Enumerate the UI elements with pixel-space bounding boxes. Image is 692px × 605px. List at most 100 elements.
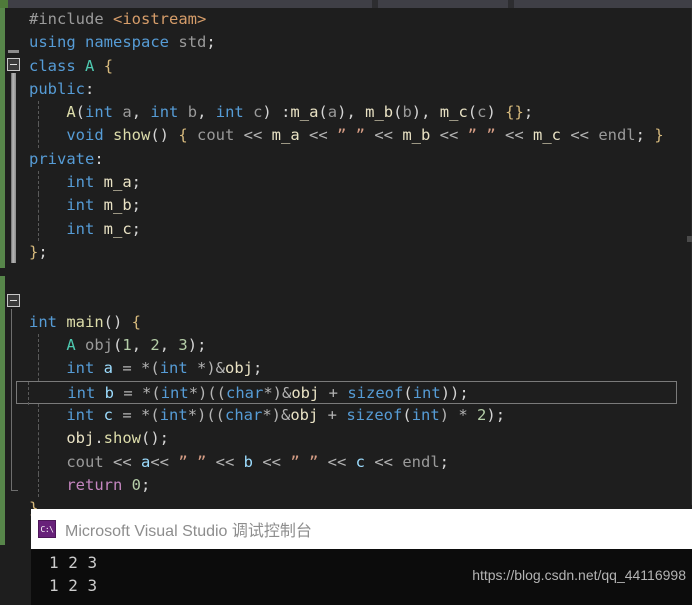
indent-guide	[38, 404, 39, 428]
debug-console-window[interactable]: C:\ Microsoft Visual Studio 调试控制台 1 2 31…	[31, 509, 692, 605]
indent-guide	[38, 124, 39, 148]
code-token: ;	[38, 242, 48, 261]
code-token: ,	[159, 336, 179, 355]
code-token: m_c	[439, 103, 468, 122]
indent-guide	[28, 381, 29, 406]
code-token: int	[66, 359, 95, 378]
code-token: <<	[206, 452, 244, 471]
code-token: ();	[141, 429, 169, 448]
collapse-toggle-class-a[interactable]	[7, 58, 20, 71]
code-line[interactable]: class A {	[27, 55, 692, 78]
code-line[interactable]: int m_b;	[27, 194, 692, 218]
code-token: *)&	[187, 359, 226, 378]
chrome-segment-right	[514, 0, 692, 8]
code-token: :	[85, 79, 95, 98]
code-token: 0	[131, 475, 142, 494]
collapse-toggle-main[interactable]	[7, 294, 20, 307]
console-title-bar[interactable]: C:\ Microsoft Visual Studio 调试控制台	[31, 509, 692, 549]
code-text-area[interactable]: #include <iostream> using namespace std; c…	[16, 8, 692, 517]
chrome-green-accent	[0, 0, 8, 8]
code-token: int	[411, 406, 440, 425]
chrome-segment-mid	[378, 0, 508, 8]
indent-guide	[38, 194, 39, 218]
code-token: using	[29, 33, 76, 52]
code-token: 1	[122, 336, 132, 355]
code-token: }	[654, 126, 664, 145]
code-token: <<	[253, 452, 291, 471]
code-line[interactable]: int m_a;	[27, 171, 692, 195]
code-token: m_c	[532, 126, 561, 145]
code-line[interactable]: A obj(1, 2, 3);	[27, 334, 692, 358]
code-token: .	[94, 429, 104, 448]
code-token: show	[113, 126, 151, 145]
code-token: <<	[365, 452, 403, 471]
code-token: m_a	[103, 173, 132, 192]
code-line[interactable]: };	[27, 241, 692, 264]
console-title-label: Microsoft Visual Studio 调试控制台	[65, 523, 312, 540]
code-line[interactable]: A(int a, int b, int c) :m_a(a), m_b(b), …	[27, 101, 692, 125]
code-token: <<	[103, 452, 141, 471]
code-line[interactable]: #include <iostream>	[27, 8, 692, 31]
code-line[interactable]: void show() { cout << m_a << ” ” << m_b …	[27, 124, 692, 148]
code-token: sizeof	[347, 383, 404, 402]
code-token: ;	[131, 173, 142, 192]
code-token: ));	[440, 383, 469, 402]
code-token: ;	[141, 475, 151, 494]
code-token: (	[113, 336, 123, 355]
code-token: A	[66, 336, 76, 355]
indent-guide	[38, 171, 39, 195]
indent-guide	[38, 427, 39, 451]
code-line[interactable]: using namespace std;	[27, 31, 692, 54]
code-line[interactable]: int b = *(int*)((char*)&obj + sizeof(int…	[16, 380, 677, 406]
code-line[interactable]: return 0;	[27, 473, 692, 498]
code-token: public	[29, 79, 85, 98]
code-line[interactable]: int c = *(int*)((char*)&obj + sizeof(int…	[27, 404, 692, 428]
code-line[interactable]: public:	[27, 78, 692, 101]
code-token: int	[29, 312, 57, 331]
code-token: int	[215, 103, 244, 122]
code-token: ()	[150, 126, 179, 145]
code-token: std	[178, 33, 207, 52]
code-token: *)&	[262, 406, 291, 425]
code-token: a	[103, 359, 114, 378]
code-token: int	[66, 219, 95, 238]
code-line[interactable]: int m_c;	[27, 217, 692, 241]
code-token: int	[66, 406, 95, 425]
code-token: b	[243, 452, 253, 471]
code-token: m_a	[290, 103, 319, 122]
code-line[interactable]	[27, 264, 692, 287]
code-token: m_a	[271, 126, 300, 145]
code-line[interactable]: private:	[27, 148, 692, 171]
code-token: int	[159, 406, 188, 425]
vertical-scrollbar-thumb[interactable]	[687, 236, 692, 242]
code-editor[interactable]: #include <iostream> using namespace std; c…	[0, 8, 692, 517]
code-token: );	[187, 336, 207, 355]
code-line[interactable]: int main() {	[27, 311, 692, 334]
change-marker-bottom	[0, 505, 5, 545]
code-token: );	[486, 406, 506, 425]
code-token: ;	[439, 452, 449, 471]
code-token: *)((	[187, 406, 226, 425]
code-token: ;	[131, 196, 142, 215]
code-line[interactable]: cout << a<< ” ” << b << ” ” << c << endl…	[27, 450, 692, 474]
code-token: main	[66, 312, 104, 331]
code-token: A	[85, 56, 95, 75]
code-line[interactable]	[27, 288, 692, 311]
code-token: c	[103, 406, 114, 425]
code-line[interactable]: int a = *(int *)&obj;	[27, 357, 692, 381]
outlining-margin[interactable]	[5, 8, 27, 505]
code-line[interactable]: obj.show();	[27, 427, 692, 451]
